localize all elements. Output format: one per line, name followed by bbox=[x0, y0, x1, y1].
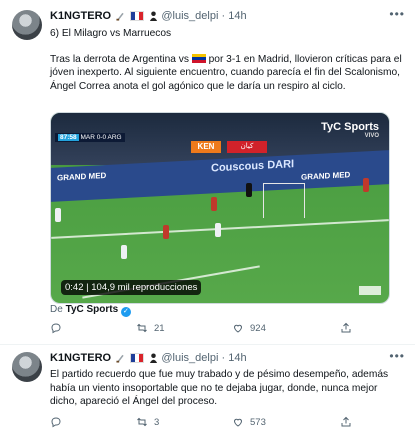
ad-center: Couscous DARI bbox=[211, 158, 295, 175]
tweet-header: K1NGTERO @luis_delpi · 14h ••• bbox=[50, 7, 405, 26]
more-horizontal-icon[interactable]: ••• bbox=[389, 349, 405, 363]
verified-badge-icon: ✓ bbox=[120, 307, 131, 317]
share-button[interactable] bbox=[340, 322, 352, 334]
venezuela-flag-icon bbox=[191, 53, 206, 63]
broadcast-watermark bbox=[359, 286, 381, 295]
live-label: VIVO bbox=[364, 133, 379, 139]
tweet-text-part1: Tras la derrota de Argentina vs bbox=[50, 53, 189, 65]
knife-emoji-icon bbox=[116, 354, 125, 366]
ad-red: كيان bbox=[227, 141, 267, 153]
like-count: 573 bbox=[250, 416, 266, 428]
ad-right: GRAND MED bbox=[301, 170, 351, 182]
ad-ken: KEN bbox=[191, 141, 221, 153]
player bbox=[211, 197, 217, 211]
reply-button[interactable] bbox=[50, 416, 68, 428]
reply-icon bbox=[51, 417, 61, 428]
share-icon bbox=[341, 322, 351, 333]
player bbox=[215, 223, 221, 237]
avatar[interactable] bbox=[12, 352, 42, 382]
share-icon bbox=[341, 416, 351, 427]
tweet-text: 6) El Milagro vs Marruecos Tras la derro… bbox=[50, 27, 403, 93]
scoreboard: 87:58 MAR 0-0 ARG bbox=[55, 133, 125, 142]
reply-icon bbox=[51, 323, 61, 334]
author-name[interactable]: K1NGTERO bbox=[50, 352, 111, 364]
more-horizontal-icon[interactable]: ••• bbox=[389, 7, 405, 21]
retweet-icon bbox=[137, 417, 147, 427]
heart-icon bbox=[233, 418, 243, 427]
like-count: 924 bbox=[250, 322, 266, 334]
like-button[interactable]: 573 bbox=[232, 416, 266, 428]
broadcaster-logo: TyC Sports VIVO bbox=[321, 121, 379, 139]
france-flag-icon bbox=[130, 11, 145, 24]
reply-button[interactable] bbox=[50, 322, 68, 334]
author-handle[interactable]: @luis_delpi bbox=[161, 10, 218, 22]
match-score: MAR 0-0 ARG bbox=[80, 134, 122, 141]
video-duration-badge: 0:42 | 104,9 mil reproducciones bbox=[61, 280, 202, 295]
video-duration: 0:42 bbox=[65, 282, 84, 293]
video-player[interactable]: 87:58 MAR 0-0 ARG TyC Sports VIVO KEN كيا… bbox=[50, 112, 390, 304]
tweet[interactable]: K1NGTERO @luis_delpi · 14h ••• El partid… bbox=[0, 344, 415, 435]
retweet-count: 3 bbox=[154, 416, 160, 428]
heart-icon bbox=[233, 324, 243, 333]
like-button[interactable]: 924 bbox=[232, 322, 266, 334]
retweet-button[interactable]: 21 bbox=[136, 322, 165, 334]
retweet-icon bbox=[137, 323, 147, 333]
goal-frame bbox=[263, 183, 305, 218]
source-name[interactable]: TyC Sports bbox=[66, 304, 119, 315]
person-emoji-icon bbox=[149, 353, 158, 366]
tweet-actions: 3 573 bbox=[50, 416, 395, 430]
avatar[interactable] bbox=[12, 10, 42, 40]
video-source[interactable]: De TyC Sports ✓ bbox=[50, 304, 131, 317]
share-button[interactable] bbox=[340, 416, 352, 428]
tweet[interactable]: K1NGTERO @luis_delpi · 14h ••• 6) El Mil… bbox=[0, 0, 415, 345]
knife-emoji-icon bbox=[116, 12, 125, 24]
player bbox=[163, 225, 169, 239]
separator-dot: · bbox=[221, 10, 226, 22]
tweet-title-line: 6) El Milagro vs Marruecos bbox=[50, 28, 172, 39]
tweet-actions: 21 924 bbox=[50, 322, 395, 336]
timestamp[interactable]: 14h bbox=[228, 10, 246, 22]
author-handle[interactable]: @luis_delpi bbox=[161, 352, 218, 364]
retweet-count: 21 bbox=[154, 322, 165, 334]
france-flag-icon bbox=[130, 353, 145, 366]
author-name[interactable]: K1NGTERO bbox=[50, 10, 111, 22]
person-emoji-icon bbox=[149, 11, 158, 24]
player bbox=[121, 245, 127, 259]
separator-dot: · bbox=[221, 352, 226, 364]
retweet-button[interactable]: 3 bbox=[136, 416, 159, 428]
player bbox=[55, 208, 61, 222]
player bbox=[363, 178, 369, 192]
tweet-text: El partido recuerdo que fue muy trabado … bbox=[50, 369, 389, 407]
timestamp[interactable]: 14h bbox=[228, 352, 246, 364]
ad-left: GRAND MED bbox=[57, 170, 107, 183]
player bbox=[246, 183, 252, 197]
tweet-header: K1NGTERO @luis_delpi · 14h ••• bbox=[50, 349, 405, 368]
match-clock: 87:58 bbox=[58, 134, 79, 141]
view-count: 104,9 mil reproducciones bbox=[91, 282, 198, 293]
